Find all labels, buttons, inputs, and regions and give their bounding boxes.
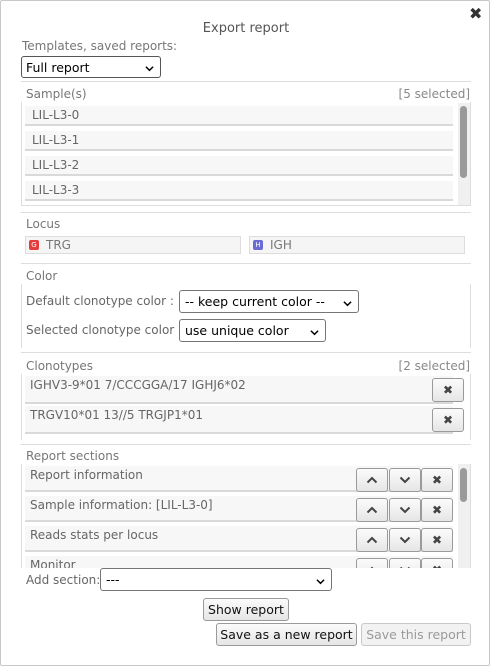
chevron-down-icon (390, 534, 420, 546)
samples-counter: [5 selected] (398, 87, 470, 101)
move-down-button[interactable] (389, 468, 421, 492)
locus-name: TRG (46, 238, 71, 252)
save-this-report-button[interactable]: Save this report (361, 623, 471, 646)
chevron-up-icon (357, 504, 387, 516)
show-report-button[interactable]: Show report (203, 598, 289, 621)
chevron-down-icon (310, 325, 319, 340)
chevron-down-icon (390, 504, 420, 516)
divider (21, 81, 471, 82)
scrollbar-thumb[interactable] (460, 468, 467, 502)
remove-section-button[interactable]: ✖ (421, 528, 453, 552)
locus-badge: H (253, 240, 263, 250)
sample-item[interactable]: LIL-L3-2 (25, 156, 453, 176)
templates-select-value: Full report (26, 60, 90, 75)
add-section-label: Add section: (26, 573, 101, 587)
locus-item-igh[interactable]: H IGH (249, 236, 465, 254)
move-down-button[interactable] (389, 558, 421, 568)
move-down-button[interactable] (389, 528, 421, 552)
remove-clonotype-button[interactable]: ✖ (432, 378, 464, 402)
sample-item[interactable]: LIL-L3-1 (25, 131, 453, 151)
clonotype-name: TRGV10*01 13//5 TRGJP1*01 (30, 408, 203, 422)
sample-item[interactable]: LIL-L3-0 (25, 106, 453, 126)
clonotype-name: IGHV3-9*01 7/CCCGGA/17 IGHJ6*02 (30, 378, 246, 392)
add-section-select[interactable]: --- (100, 568, 332, 591)
selected-color-label: Selected clonotype color : (26, 323, 183, 337)
close-icon: ✖ (442, 383, 454, 397)
section-name: Report information (30, 468, 143, 482)
color-label: Color (26, 269, 58, 283)
chevron-up-icon (357, 534, 387, 546)
sample-item[interactable]: LIL-L3-3 (25, 181, 453, 201)
section-name: Monitor (30, 558, 76, 568)
close-icon: ✖ (431, 533, 443, 547)
locus-label: Locus (26, 217, 61, 231)
divider (21, 212, 471, 213)
move-up-button[interactable] (356, 558, 388, 568)
chevron-down-icon (145, 61, 154, 76)
samples-scrollbar[interactable] (458, 103, 470, 205)
save-as-new-report-button[interactable]: Save as a new report (216, 623, 357, 646)
selected-color-select[interactable]: use unique color (179, 319, 326, 342)
default-color-select[interactable]: -- keep current color -- (179, 290, 359, 313)
move-down-button[interactable] (389, 498, 421, 522)
templates-select[interactable]: Full report (21, 56, 161, 78)
chevron-down-icon (390, 564, 420, 568)
divider (21, 444, 471, 445)
clonotype-item[interactable]: IGHV3-9*01 7/CCCGGA/17 IGHJ6*02 (25, 376, 453, 404)
selected-color-value: use unique color (185, 323, 289, 338)
divider (21, 352, 471, 353)
clonotype-item[interactable]: TRGV10*01 13//5 TRGJP1*01 (25, 406, 453, 434)
move-up-button[interactable] (356, 468, 388, 492)
chevron-up-icon (357, 474, 387, 486)
default-color-label: Default clonotype color : (26, 294, 174, 308)
close-icon: ✖ (431, 503, 443, 517)
close-icon: ✖ (432, 563, 442, 568)
locus-badge: G (29, 240, 39, 250)
clonotypes-counter: [2 selected] (398, 359, 470, 373)
scrollbar-thumb[interactable] (460, 106, 467, 178)
add-section-value: --- (106, 572, 120, 587)
remove-clonotype-button[interactable]: ✖ (432, 408, 464, 432)
chevron-down-icon (343, 296, 352, 311)
chevron-up-icon (357, 564, 387, 568)
close-icon: ✖ (442, 413, 454, 427)
section-name: Reads stats per locus (30, 528, 159, 542)
move-up-button[interactable] (356, 528, 388, 552)
remove-section-button[interactable]: ✖ (421, 498, 453, 522)
report-sections-label: Report sections (26, 449, 120, 463)
locus-item-trg[interactable]: G TRG (25, 236, 241, 254)
dialog-title: Export report (202, 21, 290, 36)
clonotypes-label: Clonotypes (26, 359, 94, 373)
sections-scrollbar[interactable] (458, 464, 470, 568)
default-color-value: -- keep current color -- (185, 294, 325, 309)
samples-label: Sample(s) (26, 87, 87, 101)
chevron-down-icon (390, 474, 420, 486)
remove-section-button[interactable]: ✖ (421, 468, 453, 492)
move-up-button[interactable] (356, 498, 388, 522)
remove-section-button[interactable]: ✖ (421, 558, 453, 568)
templates-label: Templates, saved reports: (22, 39, 178, 53)
close-icon: ✖ (431, 473, 443, 487)
divider (21, 263, 471, 264)
report-sections-panel: Report information ✖ Sample information:… (21, 464, 471, 568)
chevron-down-icon (316, 574, 325, 589)
locus-name: IGH (270, 238, 292, 252)
section-name: Sample information: [LIL-L3-0] (30, 498, 213, 512)
